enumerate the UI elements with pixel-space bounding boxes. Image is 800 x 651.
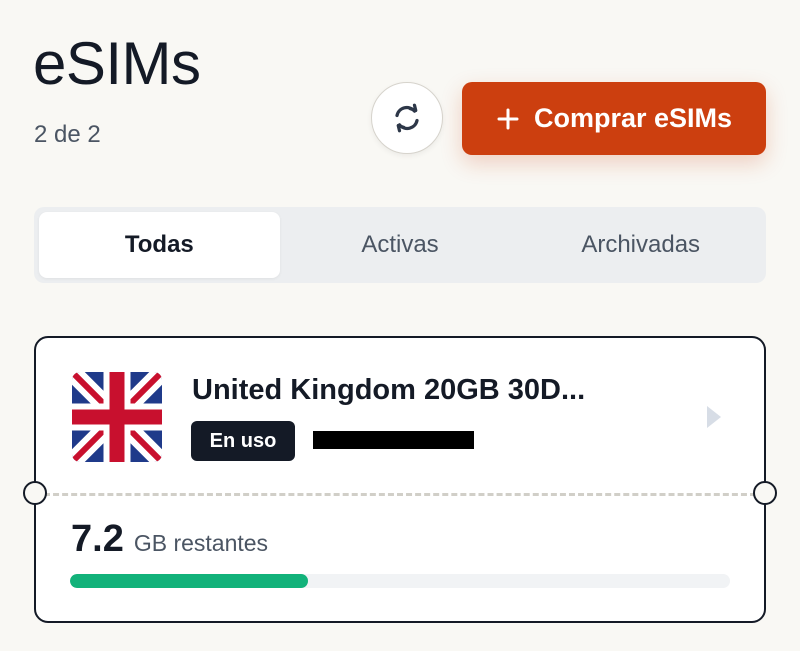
usage-progress-bar [70,574,730,588]
esims-page: eSIMs 2 de 2 Comprar eSIMs Todas Activas… [0,0,800,651]
uk-flag-icon [72,372,162,462]
page-title: eSIMs [33,30,201,97]
plan-name: United Kingdom 20GB 30D... [192,374,586,406]
tab-todas[interactable]: Todas [39,212,280,278]
plus-icon [496,107,520,131]
card-notch-left [23,481,47,505]
usage-progress-fill [70,574,308,588]
refresh-button[interactable] [371,82,443,154]
buy-esims-label: Comprar eSIMs [533,103,733,133]
filter-tabs: Todas Activas Archivadas [34,207,766,283]
card-divider [44,493,756,496]
esim-count: 2 de 2 [34,121,101,148]
card-notch-right [753,481,777,505]
data-remaining: 7.2 GB restantes [71,518,268,561]
tab-archivadas[interactable]: Archivadas [520,212,761,278]
status-badge: En uso [191,421,295,461]
buy-esims-button[interactable]: Comprar eSIMs [462,82,766,155]
tab-activas[interactable]: Activas [280,212,521,278]
esim-card[interactable]: United Kingdom 20GB 30D... En uso 7.2 GB… [23,336,777,623]
refresh-icon [395,103,419,133]
remaining-value: 7.2 [71,518,124,560]
redacted-info [313,431,474,449]
remaining-label: GB restantes [133,530,269,556]
chevron-right-icon [707,406,721,428]
